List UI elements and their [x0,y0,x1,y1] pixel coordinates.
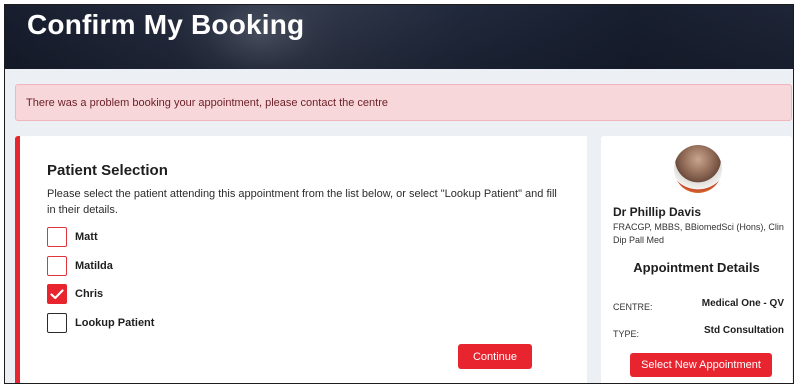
centre-label: CENTRE: [613,302,653,312]
doctor-name: Dr Phillip Davis [613,205,702,219]
patient-option-matt[interactable]: Matt [47,227,98,247]
patient-selection-card: Patient Selection Please select the pati… [15,136,587,383]
patient-option-label: Matt [75,231,98,243]
error-alert: There was a problem booking your appoint… [15,84,792,121]
doctor-avatar [674,145,722,193]
type-value: Std Consultation [704,325,784,336]
doctor-qualifications: FRACGP, MBBS, BBiomedSci (Hons), Clin Di… [613,222,784,245]
patient-option-label: Lookup Patient [75,317,155,329]
patient-option-lookup[interactable]: Lookup Patient [47,313,154,333]
patient-option-matilda[interactable]: Matilda [47,256,113,276]
patient-selection-title: Patient Selection [47,162,168,179]
patient-option-chris[interactable]: Chris [47,284,103,304]
appointment-summary-card: Dr Phillip Davis FRACGP, MBBS, BBiomedSc… [601,136,792,383]
continue-button[interactable]: Continue [458,344,532,369]
appointment-details-title: Appointment Details [633,260,760,275]
page-frame: Confirm My Booking There was a problem b… [4,4,794,384]
checkbox[interactable] [47,313,67,333]
patient-option-label: Matilda [75,260,113,272]
checkbox[interactable] [47,227,67,247]
centre-value: Medical One - QV [701,298,784,309]
checkbox-checked[interactable] [47,284,67,304]
page-title: Confirm My Booking [27,9,305,40]
patient-selection-description: Please select the patient attending this… [47,188,557,216]
checkbox[interactable] [47,256,67,276]
hero-banner: Confirm My Booking [5,5,793,69]
select-new-appointment-button[interactable]: Select New Appointment [630,353,772,377]
type-label: TYPE: [613,329,640,339]
checkmark-icon [50,288,64,299]
patient-option-label: Chris [75,288,104,300]
